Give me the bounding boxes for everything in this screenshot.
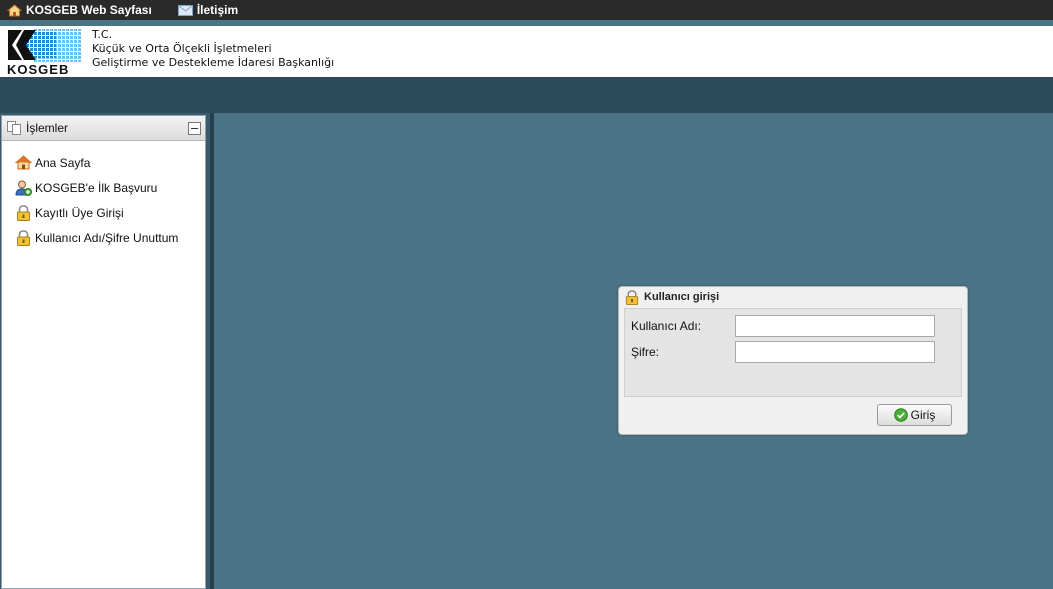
navigation-band [0, 77, 1053, 113]
sidebar: İşlemler Ana Sayfa KOSGEB'e İlk Başvuru … [0, 113, 210, 589]
username-input[interactable] [735, 315, 935, 337]
org-line-2: Küçük ve Orta Ölçekli İşletmeleri [92, 42, 272, 55]
lock-icon [17, 204, 30, 221]
home-icon [7, 3, 22, 16]
sidebar-item-member-login[interactable]: Kayıtlı Üye Girişi [2, 200, 205, 225]
username-row: Kullanıcı Adı: [631, 315, 935, 337]
panel-header: İşlemler [2, 116, 205, 141]
sidebar-menu: Ana Sayfa KOSGEB'e İlk Başvuru Kayıtlı Ü… [2, 141, 205, 250]
login-title: Kullanıcı girişi [644, 291, 720, 303]
sidebar-item-label: Kullanıcı Adı/Şifre Unuttum [35, 230, 179, 245]
username-label: Kullanıcı Adı: [631, 319, 702, 333]
password-label: Şifre: [631, 345, 660, 359]
top-bar: KOSGEB Web Sayfası İletişim [0, 0, 1053, 20]
check-icon [893, 408, 908, 422]
password-input[interactable] [735, 341, 935, 363]
header: KOSGEB T.C. Küçük ve Orta Ölçekli İşletm… [0, 26, 1053, 77]
contact-link[interactable]: İletişim [177, 0, 239, 20]
login-form: Kullanıcı Adı: Şifre: [624, 308, 962, 397]
user-add-icon [15, 180, 32, 196]
password-row: Şifre: [631, 341, 935, 363]
kosgeb-website-label: KOSGEB Web Sayfası [26, 3, 152, 17]
home-icon [15, 155, 32, 170]
sidebar-item-forgot-credentials[interactable]: Kullanıcı Adı/Şifre Unuttum [2, 225, 205, 250]
org-line-3: Geliştirme ve Destekleme İdaresi Başkanl… [92, 56, 335, 69]
minus-icon [191, 128, 198, 129]
org-line-1: T.C. [92, 28, 113, 41]
sidebar-item-label: Ana Sayfa [35, 155, 91, 170]
sidebar-item-first-application[interactable]: KOSGEB'e İlk Başvuru [2, 175, 205, 200]
login-button[interactable]: Giriş [877, 404, 952, 426]
sidebar-item-home[interactable]: Ana Sayfa [2, 150, 205, 175]
login-header: Kullanıcı girişi [619, 287, 967, 307]
login-button-label: Giriş [910, 408, 936, 422]
sidebar-item-label: Kayıtlı Üye Girişi [35, 205, 124, 220]
lock-icon [625, 289, 639, 305]
logo-text: KOSGEB [7, 62, 70, 77]
pages-icon [7, 121, 21, 135]
login-window: Kullanıcı girişi Kullanıcı Adı: Şifre: G… [618, 286, 968, 435]
operations-panel: İşlemler Ana Sayfa KOSGEB'e İlk Başvuru … [1, 115, 206, 589]
collapse-button[interactable] [188, 122, 201, 135]
sidebar-item-label: KOSGEB'e İlk Başvuru [35, 180, 158, 195]
envelope-icon [177, 4, 193, 16]
panel-splitter[interactable] [210, 113, 214, 589]
organization-name: T.C. Küçük ve Orta Ölçekli İşletmeleri G… [92, 28, 334, 70]
contact-label: İletişim [196, 3, 239, 17]
lock-icon [17, 229, 30, 246]
kosgeb-website-link[interactable]: KOSGEB Web Sayfası [7, 0, 152, 20]
panel-title: İşlemler [26, 121, 69, 135]
